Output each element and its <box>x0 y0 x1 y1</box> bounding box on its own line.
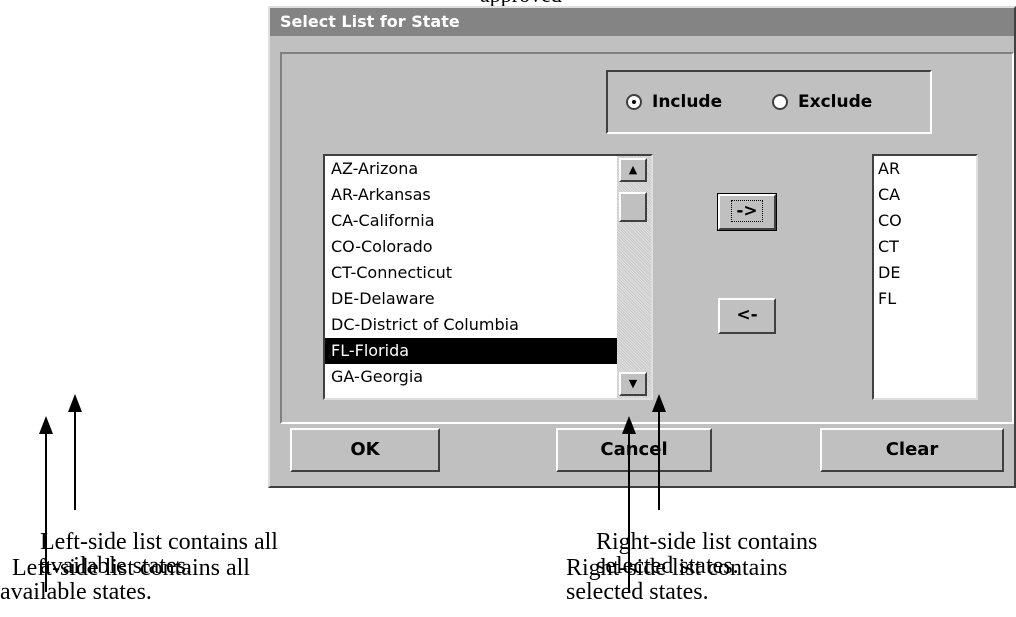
arrow-up-icon <box>652 394 666 412</box>
list-item[interactable]: AZ-Arizona <box>325 156 617 182</box>
add-button-label: -> <box>731 200 763 222</box>
list-item[interactable]: AR-Arkansas <box>325 182 617 208</box>
left-caption-line1: Left-side list contains all <box>40 529 278 555</box>
right-caption-line2: selected states. <box>566 579 709 605</box>
radio-unchecked-icon <box>772 94 788 110</box>
radio-checked-icon <box>626 94 642 110</box>
list-scrollbar[interactable]: ▲ ▼ <box>617 156 651 398</box>
remove-from-selected-button[interactable]: <- <box>718 298 776 334</box>
list-item[interactable]: DE-Delaware <box>325 286 617 312</box>
ok-button[interactable]: OK <box>290 428 440 472</box>
scroll-thumb[interactable] <box>619 192 647 222</box>
right-caption-line1: Right-side list contains <box>596 529 818 555</box>
exclude-label: Exclude <box>798 92 873 112</box>
arrow-up-icon <box>68 394 82 412</box>
pointer-arrow-line <box>658 410 660 510</box>
right-caption-line1: Right-side list contains <box>566 555 788 581</box>
list-item[interactable]: AR <box>874 156 976 182</box>
add-to-selected-button[interactable]: -> <box>717 193 777 231</box>
left-caption-line1: Left-side list contains all <box>12 555 250 581</box>
list-item-selected[interactable]: FL-Florida <box>325 338 617 364</box>
pointer-arrow-line <box>74 410 76 510</box>
selected-states-list[interactable]: AR CA CO CT DE FL <box>872 154 978 400</box>
list-item[interactable]: CO <box>874 208 976 234</box>
available-states-list[interactable]: AZ-Arizona AR-Arkansas CA-California CO-… <box>323 154 653 400</box>
list-item[interactable]: GA-Georgia <box>325 364 617 390</box>
include-radio[interactable]: Include <box>626 92 722 112</box>
cancel-button[interactable]: Cancel <box>556 428 712 472</box>
arrow-up-icon <box>622 416 636 434</box>
list-item[interactable]: DC-District of Columbia <box>325 312 617 338</box>
list-item[interactable]: CA <box>874 182 976 208</box>
list-item[interactable]: FL <box>874 286 976 312</box>
list-item[interactable]: CO-Colorado <box>325 234 617 260</box>
filter-mode-group: Include Exclude <box>606 70 932 134</box>
include-label: Include <box>652 92 723 112</box>
scroll-down-arrow-icon[interactable]: ▼ <box>619 372 647 396</box>
list-item[interactable]: CT-Connecticut <box>325 260 617 286</box>
left-caption-line2: available states. <box>0 579 152 605</box>
list-item[interactable]: CT <box>874 234 976 260</box>
select-list-dialog: Select List for State Include Exclude AZ… <box>268 6 1016 488</box>
list-item[interactable]: DE <box>874 260 976 286</box>
arrow-up-icon <box>39 416 53 434</box>
clear-button[interactable]: Clear <box>820 428 1004 472</box>
dialog-title: Select List for State <box>270 8 1014 36</box>
list-item[interactable]: CA-California <box>325 208 617 234</box>
scroll-up-arrow-icon[interactable]: ▲ <box>619 158 647 182</box>
exclude-radio[interactable]: Exclude <box>772 92 872 112</box>
